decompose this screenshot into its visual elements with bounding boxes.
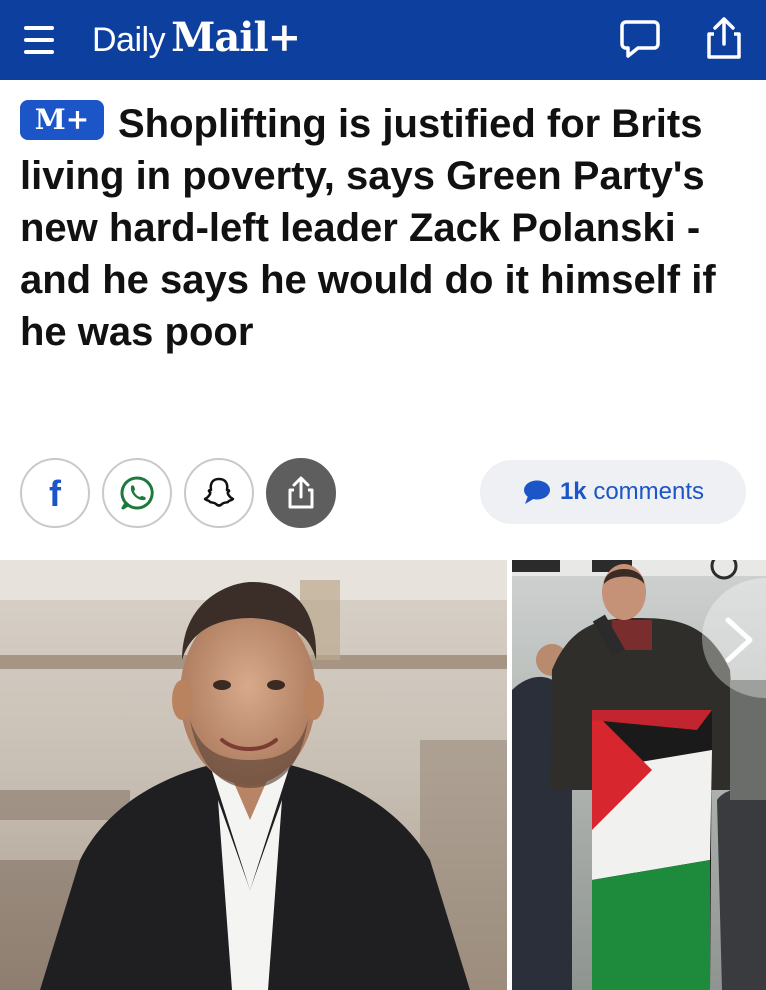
facebook-share-button[interactable]: f <box>20 458 90 528</box>
more-share-button[interactable] <box>266 458 336 528</box>
menu-icon-line <box>24 38 54 42</box>
snapchat-icon <box>203 477 235 507</box>
comment-icon[interactable] <box>616 14 664 62</box>
whatsapp-share-button[interactable] <box>102 458 172 528</box>
menu-icon-line <box>24 50 54 54</box>
comments-count: 1k <box>559 478 587 505</box>
gallery-next-button[interactable] <box>702 578 766 698</box>
site-logo[interactable]: Daily Mail+ <box>92 14 301 64</box>
menu-icon-line <box>24 26 54 30</box>
comment-bubble-icon <box>523 480 550 504</box>
share-icon <box>288 476 314 509</box>
whatsapp-icon <box>120 476 154 510</box>
comments-count-label: 1k comments <box>560 478 704 506</box>
logo-mail: Mail+ <box>171 14 301 61</box>
mail-plus-badge: M+ <box>20 100 104 141</box>
menu-button[interactable] <box>22 20 58 60</box>
comments-label: comments <box>593 478 705 505</box>
chevron-right-icon <box>702 578 766 698</box>
share-icon[interactable] <box>700 14 748 62</box>
article-headline: M+ Shoplifting is justified for Brits liv… <box>20 98 750 358</box>
snapchat-share-button[interactable] <box>184 458 254 528</box>
comments-button[interactable]: 1k comments <box>480 460 746 524</box>
logo-daily: Daily <box>92 21 166 59</box>
portrait-photo[interactable] <box>0 560 507 990</box>
headline-text: Shoplifting is justified for Brits livin… <box>20 102 716 354</box>
facebook-icon: f <box>49 473 61 514</box>
top-bar: Daily Mail+ <box>0 0 766 80</box>
